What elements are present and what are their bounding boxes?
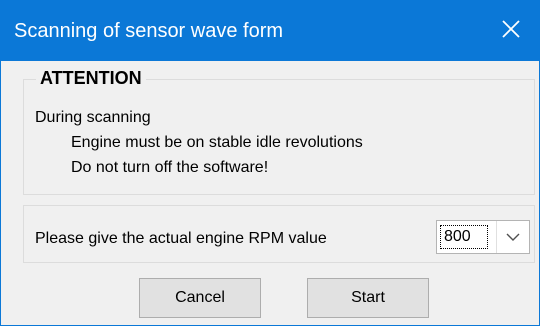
- chevron-down-icon[interactable]: [496, 221, 529, 253]
- rpm-selected-value: 800: [440, 225, 488, 249]
- attention-line-1: During scanning: [35, 109, 151, 126]
- attention-line-2: Engine must be on stable idle revolution…: [71, 134, 363, 151]
- rpm-dropdown[interactable]: 800: [436, 220, 530, 254]
- title-bar[interactable]: Scanning of sensor wave form: [1, 1, 539, 61]
- attention-heading: ATTENTION: [36, 67, 146, 89]
- cancel-button[interactable]: Cancel: [139, 278, 261, 318]
- attention-line-3: Do not turn off the software!: [71, 159, 269, 176]
- close-icon: [501, 19, 521, 44]
- window-title: Scanning of sensor wave form: [14, 20, 284, 42]
- close-button[interactable]: [483, 1, 539, 61]
- rpm-label: Please give the actual engine RPM value: [35, 230, 327, 247]
- start-button[interactable]: Start: [307, 278, 429, 318]
